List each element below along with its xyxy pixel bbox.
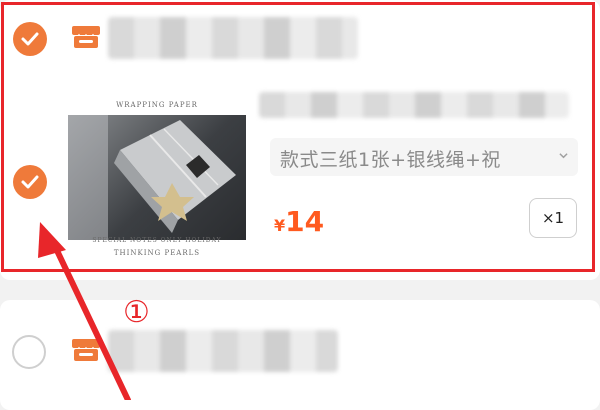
store-icon bbox=[71, 26, 101, 48]
annotation-step-marker: ① bbox=[123, 295, 150, 330]
chevron-down-icon bbox=[559, 153, 568, 159]
quantity-stepper[interactable]: ×1 bbox=[529, 198, 577, 238]
item-price: ¥14 bbox=[274, 205, 324, 238]
store-select-checkbox-empty-icon[interactable] bbox=[12, 335, 46, 369]
cart-store-card-2 bbox=[0, 300, 600, 410]
price-value: 14 bbox=[285, 205, 325, 238]
thumbnail-caption-top: WRAPPING PAPER bbox=[116, 101, 198, 109]
store-name-masked[interactable] bbox=[108, 17, 358, 59]
store-select-checkbox-checked-icon[interactable] bbox=[13, 22, 47, 56]
store-name-masked[interactable] bbox=[108, 330, 338, 372]
thumbnail-caption-bottom-2: THINKING PEARLS bbox=[113, 249, 201, 257]
item-select-checkbox-checked-icon[interactable] bbox=[13, 165, 47, 199]
product-thumbnail[interactable]: WRAPPING PAPER SPECIAL NOTES ONLY HOLIDA… bbox=[68, 95, 246, 267]
variant-text: 款式三纸1张+银线绳+祝 bbox=[280, 149, 501, 171]
store-icon bbox=[71, 339, 101, 361]
price-currency: ¥ bbox=[274, 216, 286, 235]
variant-selector[interactable]: 款式三纸1张+银线绳+祝 bbox=[270, 138, 578, 176]
product-title-masked[interactable] bbox=[259, 92, 569, 118]
product-photo bbox=[68, 115, 246, 240]
thumbnail-caption-bottom-1: SPECIAL NOTES ONLY HOLIDAY bbox=[92, 237, 222, 244]
cart-store-card-1: WRAPPING PAPER SPECIAL NOTES ONLY HOLIDA… bbox=[0, 0, 600, 280]
